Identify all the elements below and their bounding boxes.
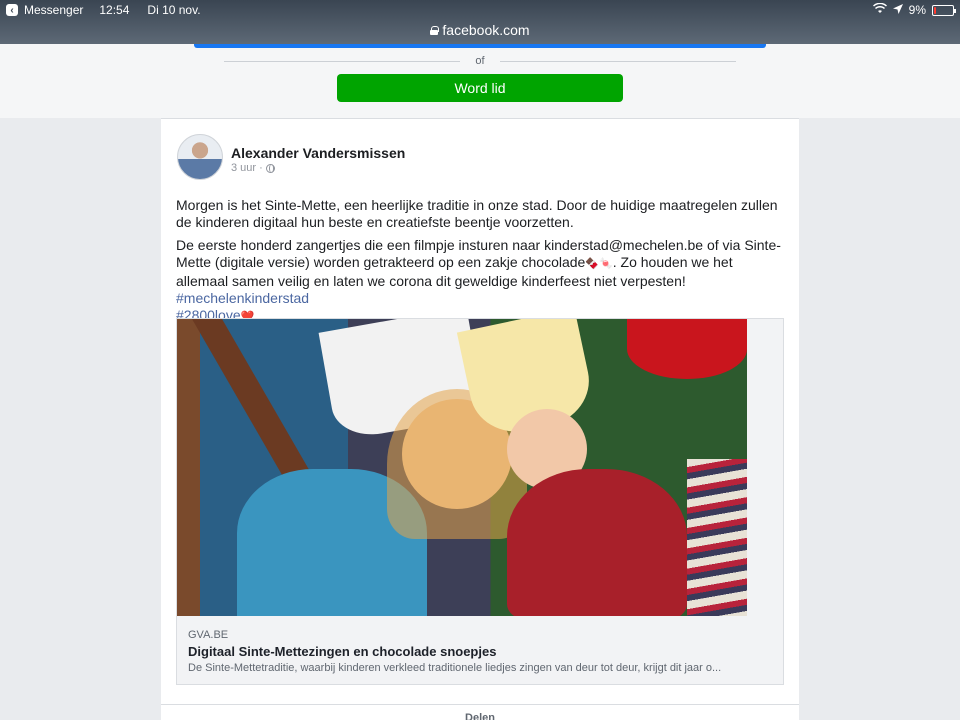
status-date: Di 10 nov. — [147, 3, 201, 17]
author-name[interactable]: Alexander Vandersmissen — [231, 145, 405, 161]
link-preview[interactable]: GVA.BE Digitaal Sinte-Mettezingen en cho… — [176, 318, 784, 685]
avatar[interactable] — [177, 134, 223, 180]
post-paragraph-1: Morgen is het Sinte-Mette, een heerlijke… — [176, 197, 778, 230]
chocolate-candy-emoji: 🍫🍬 — [585, 258, 613, 270]
battery-icon — [932, 4, 956, 16]
post-text: Morgen is het Sinte-Mette, een heerlijke… — [176, 197, 788, 332]
hashtag-mechelenkinderstad[interactable]: #mechelenkinderstad — [176, 290, 309, 306]
location-arrow-icon — [892, 3, 903, 17]
login-section: of Word lid — [0, 44, 960, 118]
link-description: De Sinte-Mettetraditie, waarbij kinderen… — [188, 662, 722, 674]
photo-red-hat — [627, 319, 747, 379]
photo-red-cape — [507, 469, 687, 616]
lock-icon — [430, 25, 440, 35]
status-bar: ‹ Messenger 12:54 Di 10 nov. 9% — [0, 0, 960, 20]
address-bar[interactable]: facebook.com — [0, 20, 960, 40]
battery-fill — [934, 6, 936, 14]
meta-separator: · — [259, 162, 263, 174]
or-text: of — [475, 55, 485, 67]
photo-striped-sleeve — [687, 459, 747, 616]
status-time: 12:54 — [99, 3, 130, 17]
actions-divider — [161, 704, 799, 705]
wifi-icon — [872, 2, 887, 17]
browser-top-bar: ‹ Messenger 12:54 Di 10 nov. 9% facebook… — [0, 0, 960, 44]
join-button[interactable]: Word lid — [337, 74, 623, 102]
back-to-app-icon[interactable]: ‹ — [6, 4, 18, 16]
divider-left — [224, 61, 460, 62]
url-domain[interactable]: facebook.com — [442, 22, 529, 38]
globe-icon — [265, 163, 275, 173]
post-meta: 3 uur · — [231, 162, 275, 174]
back-app-label[interactable]: Messenger — [24, 3, 83, 17]
battery-percentage: 9% — [908, 3, 926, 17]
post-time[interactable]: 3 uur — [231, 162, 256, 174]
post-card: Alexander Vandersmissen 3 uur · Morgen i… — [161, 118, 799, 720]
link-domain: GVA.BE — [188, 629, 229, 641]
divider-right — [500, 61, 736, 62]
share-button[interactable]: Delen — [161, 712, 799, 720]
post-paragraph-2: De eerste honderd zangertjes die een fil… — [176, 237, 788, 326]
login-button-edge[interactable] — [194, 44, 766, 48]
link-preview-image[interactable] — [177, 319, 747, 616]
link-title[interactable]: Digitaal Sinte-Mettezingen en chocolade … — [188, 644, 496, 659]
